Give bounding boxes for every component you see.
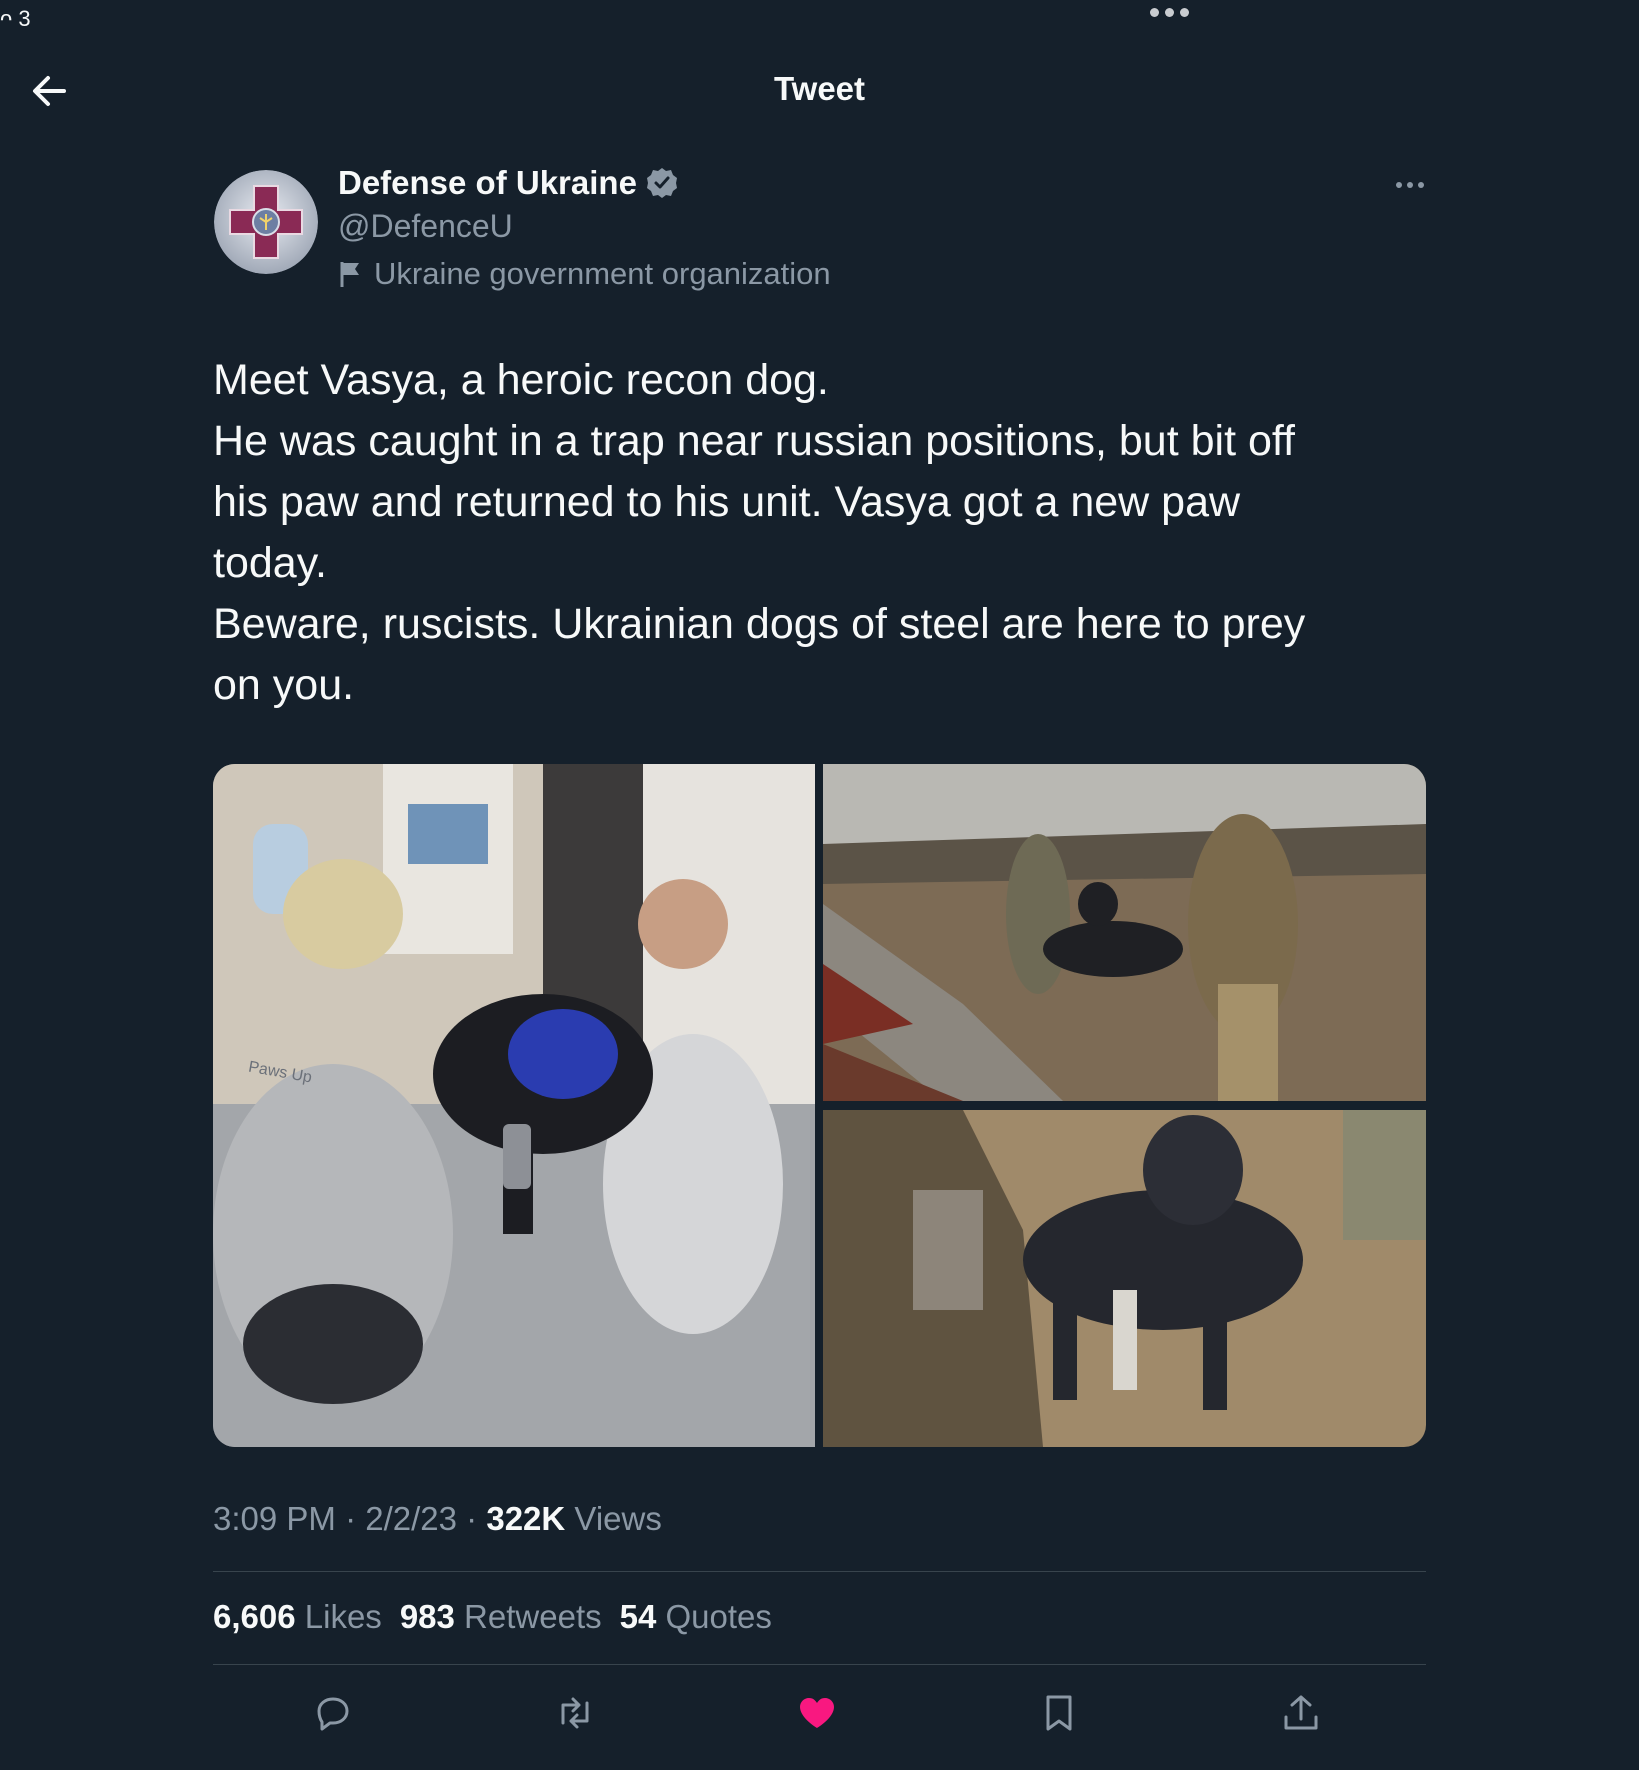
like-icon[interactable]	[794, 1690, 840, 1736]
likes-label: Likes	[304, 1598, 382, 1635]
tweet-line: He was caught in a trap near russian pos…	[213, 417, 1295, 465]
media-grid: Paws Up	[213, 764, 1426, 1447]
quotes-count: 54	[619, 1598, 657, 1635]
retweets-count: 983	[399, 1598, 455, 1635]
quotes-stat[interactable]: 54 Quotes	[620, 1598, 772, 1636]
tweet-line: today.	[213, 539, 327, 587]
avatar[interactable]	[214, 170, 318, 274]
tweet-line: his paw and returned to his unit. Vasya …	[213, 478, 1241, 526]
likes-stat[interactable]: 6,606 Likes	[213, 1598, 382, 1636]
tweet-date[interactable]: 2/2/23	[365, 1500, 457, 1537]
organization-label: Ukraine government organization	[338, 256, 831, 292]
author-name[interactable]: Defense of Ukraine	[338, 164, 637, 202]
retweets-label: Retweets	[464, 1598, 602, 1635]
status-text: ᴖ 3	[0, 6, 31, 31]
organization-text: Ukraine government organization	[374, 256, 831, 291]
engagement-stats: 6,606 Likes 983 Retweets 54 Quotes	[213, 1598, 772, 1636]
page-title: Tweet	[773, 70, 866, 107]
reply-icon[interactable]	[310, 1690, 356, 1736]
tweet-line: Beware, ruscists. Ukrainian dogs of stee…	[213, 600, 1306, 648]
veterinary-clinic-prosthetic-fitting-photo[interactable]: Paws Up	[213, 764, 815, 1447]
share-icon[interactable]	[1278, 1690, 1324, 1736]
bookmark-icon[interactable]	[1036, 1690, 1082, 1736]
tweet-line: on you.	[213, 661, 355, 709]
multitasking-dots-icon[interactable]	[1150, 8, 1189, 17]
retweet-icon[interactable]	[552, 1690, 598, 1736]
more-options-icon[interactable]	[1390, 176, 1430, 194]
verified-badge-icon	[646, 168, 677, 198]
flag-icon	[340, 262, 359, 287]
soldiers-carrying-dog-photo[interactable]	[823, 764, 1426, 1101]
divider	[213, 1571, 1426, 1572]
tweet-text: Meet Vasya, a heroic recon dog. He was c…	[213, 350, 1433, 716]
likes-count: 6,606	[213, 1598, 296, 1635]
divider	[213, 1664, 1426, 1665]
tweet-time[interactable]: 3:09 PM	[213, 1500, 336, 1537]
views-label: Views	[574, 1500, 662, 1537]
retweets-stat[interactable]: 983 Retweets	[400, 1598, 602, 1636]
tweet-meta: 3:09 PM · 2/2/23 · 322K Views	[213, 1500, 662, 1537]
tweet-line: Meet Vasya, a heroic recon dog.	[213, 356, 829, 404]
author-handle[interactable]: @DefenceU	[338, 208, 513, 245]
quotes-label: Quotes	[665, 1598, 772, 1635]
views-count: 322K	[486, 1500, 566, 1537]
dog-in-trench-photo[interactable]	[823, 1110, 1426, 1447]
